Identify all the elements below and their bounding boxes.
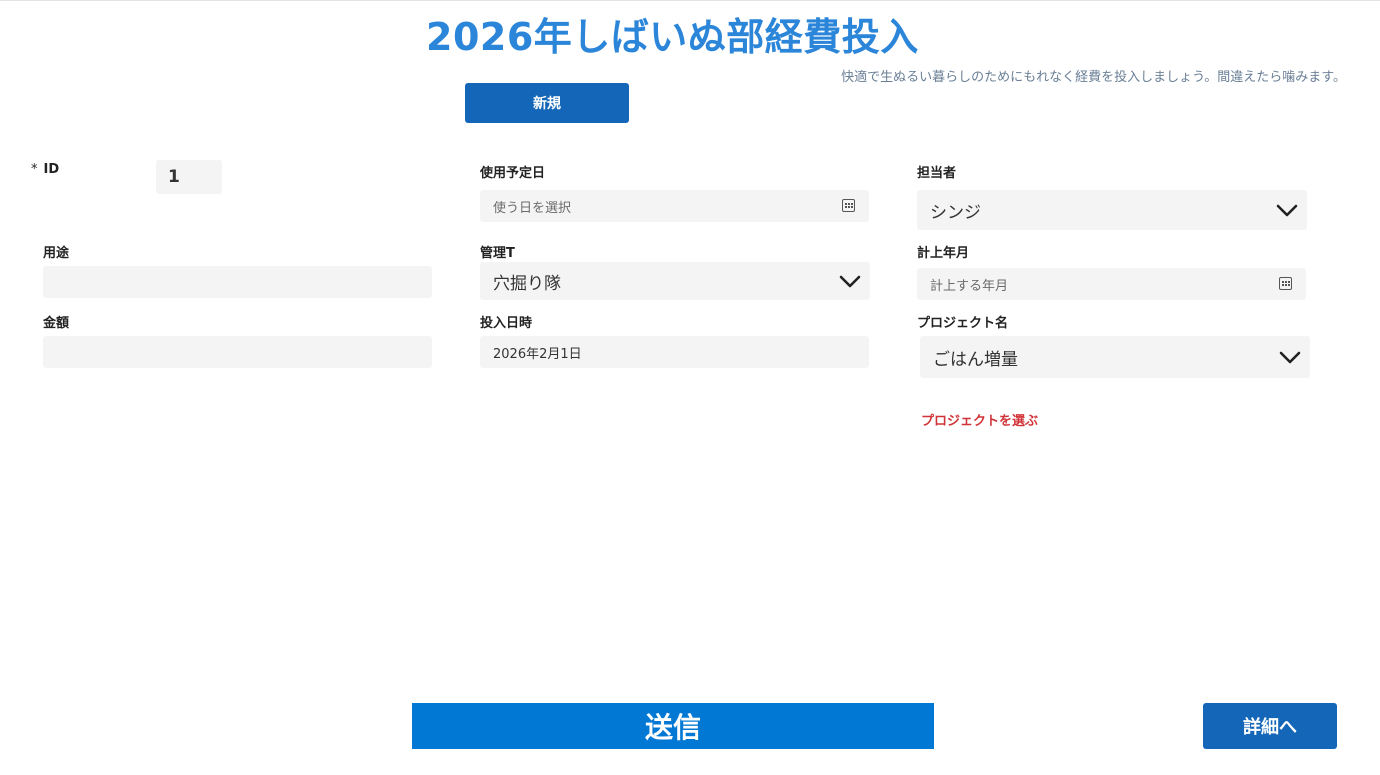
use-date-picker[interactable]: 使う日を選択 [480,190,869,222]
chevron-down-icon[interactable] [1275,198,1299,222]
owner-label: 担当者 [917,166,957,181]
id-label-text: ID [43,162,60,177]
id-label: * ID [31,162,59,177]
owner-selected-value: シンジ [930,202,981,223]
detail-button[interactable]: 詳細へ [1203,703,1337,749]
booking-month-placeholder: 計上する年月 [930,278,1009,294]
id-field: 1 [156,160,222,194]
top-divider [0,0,1380,1]
amount-input[interactable] [43,336,432,368]
use-date-label: 使用予定日 [480,166,546,181]
owner-dropdown[interactable]: シンジ [917,190,1307,230]
team-label: 管理T [480,246,515,261]
project-label: プロジェクト名 [917,316,1009,331]
input-datetime-field[interactable]: 2026年2月1日 [480,336,869,368]
project-hint-text: プロジェクトを選ぶ [921,414,1039,429]
calendar-icon[interactable] [1279,277,1292,290]
project-selected-value: ごはん増量 [933,349,1018,370]
team-selected-value: 穴掘り隊 [493,273,561,294]
use-date-placeholder: 使う日を選択 [493,200,572,216]
page-subtitle: 快適で生ぬるい暮らしのためにもれなく経費を投入しましょう。間違えたら噛みます。 [841,70,1346,85]
required-mark: * [31,162,38,177]
usage-input[interactable] [43,266,432,298]
amount-label: 金額 [43,316,70,331]
new-button[interactable]: 新規 [465,83,629,123]
submit-button[interactable]: 送信 [412,703,934,749]
calendar-icon[interactable] [842,199,855,212]
booking-month-picker[interactable]: 計上する年月 [917,268,1306,300]
chevron-down-icon[interactable] [838,269,862,293]
page-title: 2026年しばいぬ部経費投入 [426,15,919,59]
input-datetime-label: 投入日時 [480,316,533,331]
team-dropdown[interactable]: 穴掘り隊 [480,262,870,300]
booking-month-label: 計上年月 [917,246,970,261]
usage-label: 用途 [43,246,70,261]
project-dropdown[interactable]: ごはん増量 [920,336,1310,378]
chevron-down-icon[interactable] [1278,345,1302,369]
